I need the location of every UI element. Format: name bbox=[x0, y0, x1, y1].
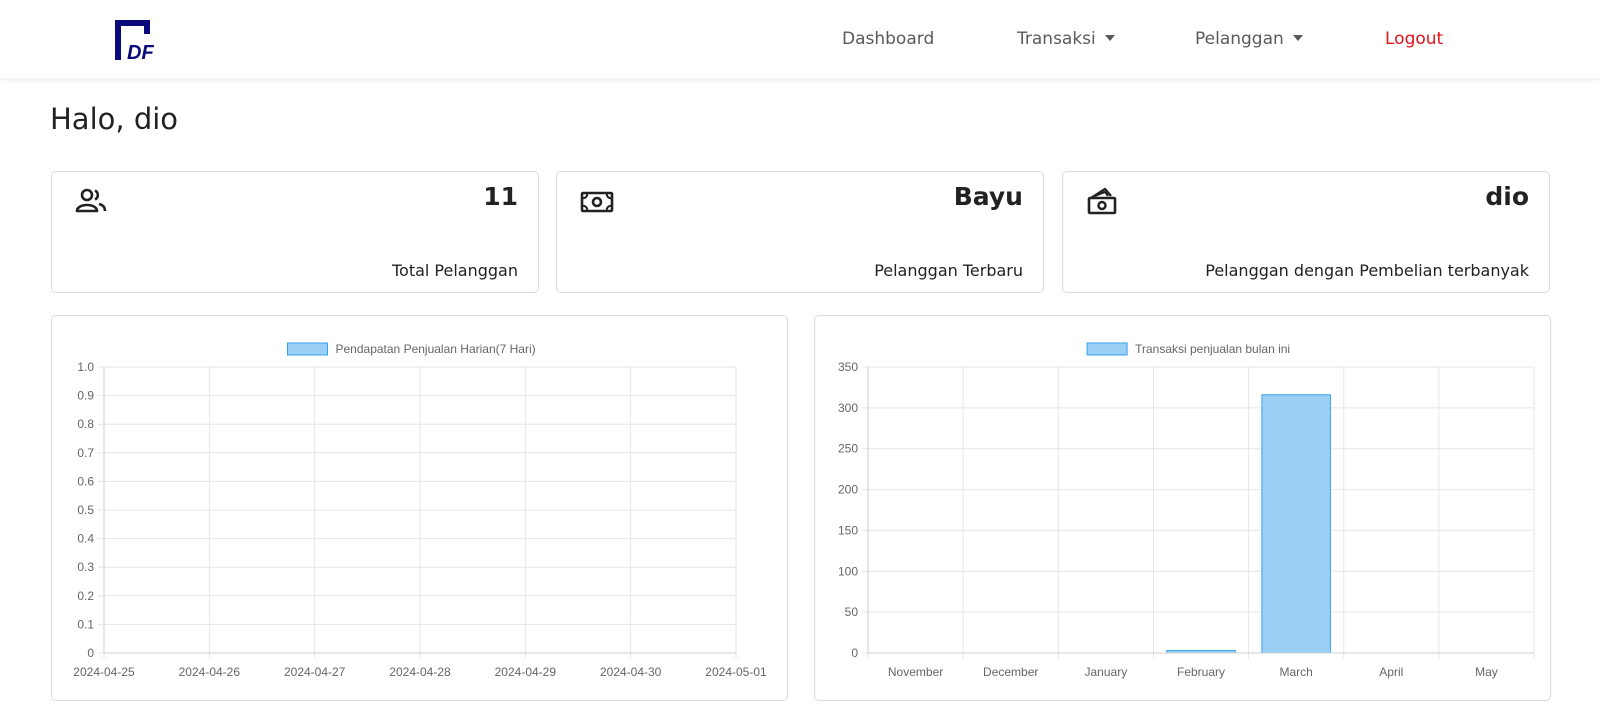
bar bbox=[1261, 394, 1331, 654]
x-tick-label: 2024-04-27 bbox=[284, 665, 346, 679]
y-tick-label: 150 bbox=[838, 523, 858, 537]
y-tick-label: 200 bbox=[838, 483, 858, 497]
pelanggan-terbaru-value: Bayu bbox=[953, 182, 1023, 211]
chart-card-daily-revenue: Pendapatan Penjualan Harian(7 Hari) 0 0.1 0… bbox=[51, 315, 788, 701]
x-tick-label: January bbox=[1085, 665, 1128, 679]
money-bill-icon bbox=[580, 191, 614, 213]
svg-text:DF: DF bbox=[127, 42, 154, 62]
x-tick-label: 2024-05-01 bbox=[705, 665, 767, 679]
x-tick-label: March bbox=[1279, 665, 1312, 679]
y-tick-label: 0.9 bbox=[77, 389, 94, 403]
x-tick-label: May bbox=[1475, 665, 1498, 679]
y-tick-label: 0.6 bbox=[77, 474, 94, 488]
y-tick-label: 1.0 bbox=[77, 360, 94, 374]
x-tick-label: February bbox=[1177, 665, 1225, 679]
pelanggan-terbaru-label: Pelanggan Terbaru bbox=[874, 261, 1023, 280]
total-pelanggan-label: Total Pelanggan bbox=[391, 261, 518, 280]
stat-card-pembelian-terbanyak: dio Pelanggan dengan Pembelian terbanyak bbox=[1062, 171, 1550, 293]
x-tick-label: 2024-04-26 bbox=[179, 665, 241, 679]
x-tick-label: November bbox=[888, 665, 943, 679]
y-tick-label: 100 bbox=[838, 564, 858, 578]
y-tick-label: 250 bbox=[838, 442, 858, 456]
x-tick-label: 2024-04-25 bbox=[73, 665, 135, 679]
y-tick-label: 0.1 bbox=[77, 617, 94, 631]
monthly-transactions-chart: Transaksi penjualan bulan ini 0 50 100 150 20… bbox=[838, 342, 1535, 679]
legend-label: Transaksi penjualan bulan ini bbox=[1135, 342, 1290, 356]
legend-swatch bbox=[287, 342, 328, 356]
x-tick-label: 2024-04-28 bbox=[389, 665, 451, 679]
logout-link[interactable]: Logout bbox=[1385, 28, 1443, 50]
pembelian-terbanyak-label: Pelanggan dengan Pembelian terbanyak bbox=[1205, 261, 1529, 280]
x-tick-label: April bbox=[1379, 665, 1403, 679]
x-tick-label: 2024-04-29 bbox=[495, 665, 557, 679]
daily-revenue-chart: Pendapatan Penjualan Harian(7 Hari) 0 0.1 0… bbox=[73, 342, 767, 679]
y-tick-label: 300 bbox=[838, 401, 858, 415]
pembelian-terbanyak-value: dio bbox=[1485, 182, 1529, 211]
stat-card-pelanggan-terbaru: Bayu Pelanggan Terbaru bbox=[556, 171, 1044, 293]
y-tick-label: 0.2 bbox=[77, 589, 94, 603]
brand-logo[interactable]: DF bbox=[115, 20, 165, 62]
users-icon bbox=[75, 188, 107, 213]
legend-label: Pendapatan Penjualan Harian(7 Hari) bbox=[336, 342, 536, 356]
y-tick-label: 0.8 bbox=[77, 417, 94, 431]
nav-dashboard-link[interactable]: Dashboard bbox=[842, 28, 934, 50]
chart-card-monthly-transactions: Transaksi penjualan bulan ini 0 50 100 150 20… bbox=[814, 315, 1551, 701]
y-tick-label: 50 bbox=[845, 605, 859, 619]
y-tick-label: 0.7 bbox=[77, 446, 94, 460]
nav-transaksi-label: Transaksi bbox=[1017, 29, 1096, 49]
caret-down-icon bbox=[1292, 35, 1303, 41]
y-tick-label: 0 bbox=[851, 646, 858, 660]
y-tick-label: 0.5 bbox=[77, 503, 94, 517]
y-tick-label: 350 bbox=[838, 360, 858, 374]
y-tick-label: 0.3 bbox=[77, 560, 94, 574]
x-tick-label: December bbox=[983, 665, 1038, 679]
y-tick-label: 0 bbox=[87, 646, 94, 660]
total-pelanggan-value: 11 bbox=[483, 182, 518, 211]
stat-card-total-pelanggan: 11 Total Pelanggan bbox=[51, 171, 539, 293]
nav-pelanggan-dropdown[interactable]: Pelanggan bbox=[1195, 28, 1303, 50]
legend-swatch bbox=[1086, 342, 1128, 356]
x-tick-label: 2024-04-30 bbox=[600, 665, 662, 679]
greeting-heading: Halo, dio bbox=[50, 102, 179, 136]
caret-down-icon bbox=[1104, 35, 1115, 41]
top-navbar: DF Dashboard Transaksi Pelanggan Logout bbox=[0, 0, 1600, 78]
money-hand-icon bbox=[1087, 187, 1117, 215]
nav-pelanggan-label: Pelanggan bbox=[1195, 29, 1284, 49]
y-tick-label: 0.4 bbox=[77, 532, 94, 546]
nav-transaksi-dropdown[interactable]: Transaksi bbox=[1017, 28, 1115, 50]
